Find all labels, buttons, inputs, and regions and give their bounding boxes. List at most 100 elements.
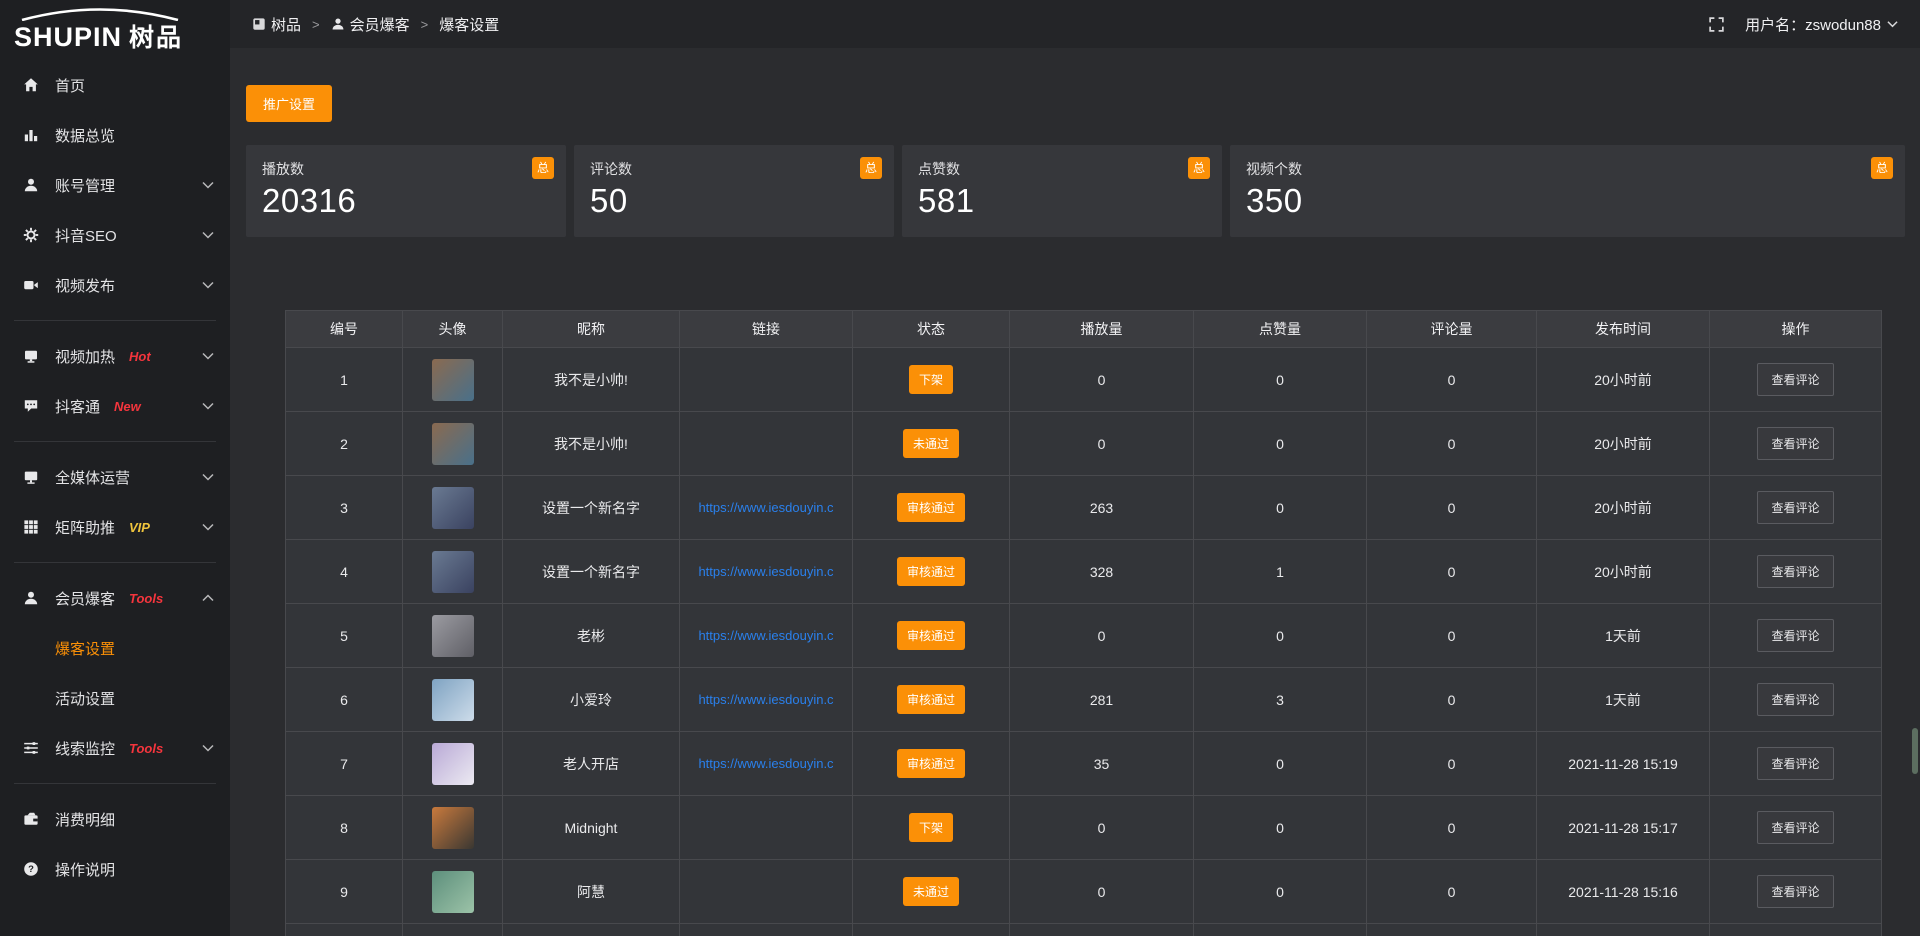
cell-plays: 281 (1010, 668, 1194, 732)
sidebar-item-douyin-seo[interactable]: 抖音SEO (0, 210, 230, 260)
sidebar-item-label: 全媒体运营 (55, 467, 130, 488)
sidebar-divider (14, 783, 216, 784)
sidebar-item-member-baoke[interactable]: 会员爆客Tools (0, 573, 230, 623)
breadcrumb-label: 爆客设置 (439, 14, 499, 35)
sidebar-item-label: 矩阵助推 (55, 517, 115, 538)
sidebar-item-clue-monitor[interactable]: 线索监控Tools (0, 723, 230, 773)
video-link[interactable]: https://www.iesdouyin.c (698, 564, 833, 579)
cell-empty (1537, 924, 1710, 936)
fullscreen-icon[interactable] (1708, 16, 1725, 33)
column-header: 编号 (285, 310, 403, 348)
logo: SHUPIN 树品 (0, 0, 230, 60)
avatar (432, 743, 474, 785)
column-header: 发布时间 (1537, 310, 1710, 348)
table-row: 8Midnight下架0002021-11-28 15:17查看评论 (285, 796, 1882, 860)
sidebar-subitem-activity-settings[interactable]: 活动设置 (0, 673, 230, 723)
video-link[interactable]: https://www.iesdouyin.c (698, 500, 833, 515)
cell-status: 未通过 (853, 860, 1010, 924)
cell-comments: 0 (1367, 860, 1537, 924)
column-header: 状态 (853, 310, 1010, 348)
sidebar-item-badge: Tools (129, 591, 163, 606)
cell-plays: 0 (1010, 604, 1194, 668)
username-menu[interactable]: 用户名：zswodun88 (1745, 14, 1898, 35)
view-comments-button[interactable]: 查看评论 (1757, 683, 1833, 716)
table-row: 9阿慧未通过0002021-11-28 15:16查看评论 (285, 860, 1882, 924)
stat-card-likes: 点赞数581总 (902, 145, 1222, 237)
video-link[interactable]: https://www.iesdouyin.c (698, 628, 833, 643)
cell-nickname: 阿慧 (503, 860, 680, 924)
breadcrumb-item[interactable]: 会员爆客 (331, 14, 410, 35)
sidebar-divider (14, 441, 216, 442)
cell-link: https://www.iesdouyin.c (680, 540, 853, 604)
sidebar-item-home[interactable]: 首页 (0, 60, 230, 110)
sidebar-subitem-baoke-settings[interactable]: 爆客设置 (0, 623, 230, 673)
view-comments-button[interactable]: 查看评论 (1757, 875, 1833, 908)
svg-text:?: ? (28, 864, 34, 875)
cell-link: https://www.iesdouyin.c (680, 668, 853, 732)
breadcrumb-item[interactable]: 爆客设置 (439, 14, 499, 35)
sidebar-item-douketong[interactable]: 抖客通New (0, 381, 230, 431)
cell-action: 查看评论 (1710, 604, 1882, 668)
status-badge[interactable]: 审核通过 (897, 685, 965, 714)
stat-label: 播放数 (262, 159, 550, 179)
stat-card-plays: 播放数20316总 (246, 145, 566, 237)
view-comments-button[interactable]: 查看评论 (1757, 363, 1833, 396)
cell-empty (1710, 924, 1882, 936)
home-icon (20, 77, 42, 93)
column-header: 点赞量 (1194, 310, 1367, 348)
sidebar-item-media-operation[interactable]: 全媒体运营 (0, 452, 230, 502)
cell-likes: 3 (1194, 668, 1367, 732)
scrollbar-thumb[interactable] (1912, 728, 1918, 774)
sidebar-item-consumption-details[interactable]: 消费明细 (0, 794, 230, 844)
view-comments-button[interactable]: 查看评论 (1757, 427, 1833, 460)
view-comments-button[interactable]: 查看评论 (1757, 555, 1833, 588)
app-icon (252, 17, 266, 31)
view-comments-button[interactable]: 查看评论 (1757, 811, 1833, 844)
sidebar-item-label: 视频加热 (55, 346, 115, 367)
status-badge[interactable]: 审核通过 (897, 749, 965, 778)
sidebar-divider (14, 320, 216, 321)
sidebar: SHUPIN 树品 首页数据总览账号管理抖音SEO 视频发布视频加热 Hot 抖客通N… (0, 0, 230, 936)
sidebar-item-label: 视频发布 (55, 275, 115, 296)
status-badge[interactable]: 下架 (909, 813, 953, 842)
tv-icon (20, 348, 42, 364)
sidebar-item-matrix-boost[interactable]: 矩阵助推VIP (0, 502, 230, 552)
sidebar-item-account-management[interactable]: 账号管理 (0, 160, 230, 210)
status-badge[interactable]: 审核通过 (897, 493, 965, 522)
video-link[interactable]: https://www.iesdouyin.c (698, 756, 833, 771)
status-badge[interactable]: 未通过 (903, 877, 959, 906)
sidebar-item-data-overview[interactable]: 数据总览 (0, 110, 230, 160)
breadcrumb-item[interactable]: 树品 (252, 14, 301, 35)
status-badge[interactable]: 审核通过 (897, 621, 965, 650)
table-header-row: 编号头像昵称链接状态播放量点赞量评论量发布时间操作 (285, 310, 1882, 348)
sidebar-item-video-publish[interactable]: 视频发布 (0, 260, 230, 310)
status-badge[interactable]: 未通过 (903, 429, 959, 458)
video-link[interactable]: https://www.iesdouyin.c (698, 692, 833, 707)
breadcrumb: 树品>会员爆客>爆客设置 (252, 14, 499, 35)
sidebar-item-badge: Hot (129, 349, 151, 364)
status-badge[interactable]: 下架 (909, 365, 953, 394)
sidebar-item-operation-guide[interactable]: ?操作说明 (0, 844, 230, 894)
cell-link (680, 860, 853, 924)
stat-card-videos: 视频个数350总 (1230, 145, 1905, 237)
view-comments-button[interactable]: 查看评论 (1757, 747, 1833, 780)
total-badge: 总 (532, 157, 554, 179)
sidebar-item-video-heating[interactable]: 视频加热 Hot (0, 331, 230, 381)
cell-action: 查看评论 (1710, 668, 1882, 732)
cell-likes: 0 (1194, 604, 1367, 668)
status-badge[interactable]: 审核通过 (897, 557, 965, 586)
promo-settings-button[interactable]: 推广设置 (246, 85, 332, 122)
cell-link: https://www.iesdouyin.c (680, 732, 853, 796)
cell-link: https://www.iesdouyin.c (680, 476, 853, 540)
column-header: 昵称 (503, 310, 680, 348)
sidebar-divider (14, 562, 216, 563)
user-icon (20, 177, 42, 193)
table-row-partial (285, 924, 1882, 936)
user-icon (331, 17, 345, 31)
cell-likes: 0 (1194, 348, 1367, 412)
cell-status: 未通过 (853, 412, 1010, 476)
view-comments-button[interactable]: 查看评论 (1757, 491, 1833, 524)
view-comments-button[interactable]: 查看评论 (1757, 619, 1833, 652)
sliders-icon (20, 740, 42, 756)
chevron-down-icon (202, 352, 214, 360)
